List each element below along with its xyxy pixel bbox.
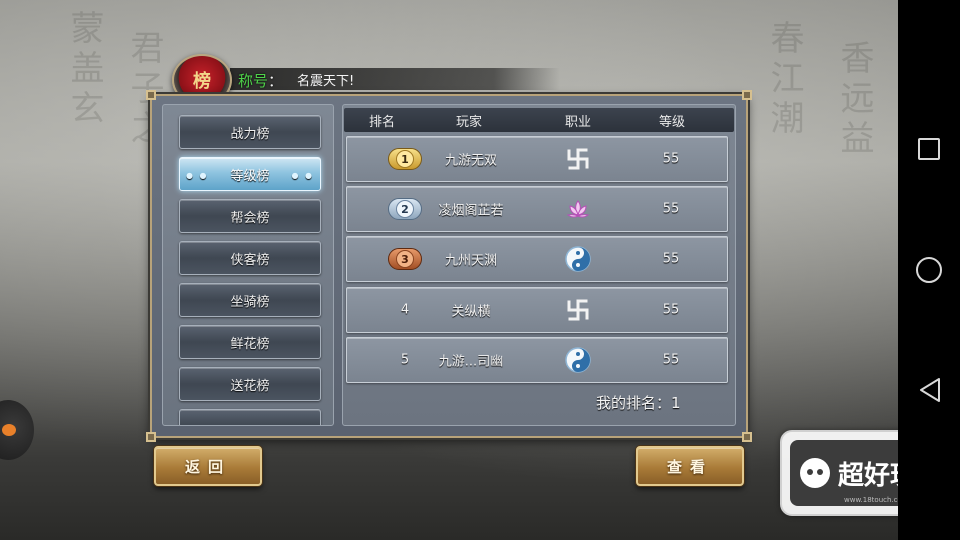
home-icon[interactable] <box>916 257 942 283</box>
frame-corner-ornament <box>146 90 156 100</box>
player-level: 55 <box>662 151 680 167</box>
taiji-icon <box>564 245 592 273</box>
player-name: 凌烟阁芷若 <box>438 203 504 219</box>
tab-label: 侠客榜 <box>230 252 270 268</box>
rank-number: 1 <box>396 150 414 168</box>
cat-face-icon <box>800 458 830 488</box>
tab-flowers[interactable]: 鲜花榜 <box>179 325 321 359</box>
tab-label: 战力榜 <box>230 126 270 142</box>
back-triangle-icon[interactable] <box>917 376 943 404</box>
gold-medal-icon: 1 <box>388 148 422 170</box>
bronze-medal-icon: 3 <box>388 248 422 270</box>
my-rank-label: 我的排名：1 <box>596 394 681 412</box>
tab-label: 鲜花榜 <box>230 336 270 352</box>
assistant-face-icon <box>2 424 16 436</box>
column-header-rank: 排名 <box>368 115 396 130</box>
rank-number: 4 <box>400 302 410 318</box>
frame-corner-ornament <box>742 432 752 442</box>
swastika-icon <box>564 296 592 324</box>
player-level: 55 <box>662 352 680 368</box>
column-header-class: 职业 <box>564 115 592 130</box>
title-label-colon: ： <box>268 72 284 90</box>
player-level: 55 <box>662 251 680 267</box>
rank-number: 2 <box>396 200 414 218</box>
tab-dots-icon: ● ● <box>291 171 314 180</box>
back-button[interactable]: 返回 <box>154 446 262 486</box>
player-name: 九州天渊 <box>444 253 498 269</box>
frame-corner-ornament <box>146 432 156 442</box>
tab-level[interactable]: ● ● 等级榜 ● ● <box>179 157 321 191</box>
tab-send-flowers[interactable]: 送花榜 <box>179 367 321 401</box>
frame-corner-ornament <box>742 90 752 100</box>
tab-label: 帮会榜 <box>230 210 270 226</box>
taiji-icon <box>564 346 592 374</box>
tab-more-partial[interactable] <box>179 409 321 425</box>
player-level: 55 <box>662 201 680 217</box>
tab-guild[interactable]: 帮会榜 <box>179 199 321 233</box>
background-calligraphy: 春江潮 <box>764 20 804 140</box>
tab-dots-icon: ● ● <box>186 171 209 180</box>
tab-hero[interactable]: 侠客榜 <box>179 241 321 275</box>
tab-label: 坐骑榜 <box>230 294 270 310</box>
swastika-icon <box>564 145 592 173</box>
rank-number: 5 <box>400 352 410 368</box>
player-title-value: 名震天下! <box>297 74 355 89</box>
player-title-label: 称号： <box>238 70 283 91</box>
player-name: 关纵横 <box>451 304 491 320</box>
player-name: 九游无双 <box>444 153 498 169</box>
silver-medal-icon: 2 <box>388 198 422 220</box>
view-button[interactable]: 查看 <box>636 446 744 486</box>
ranking-category-sidebar[interactable]: 战力榜 ● ● 等级榜 ● ● 帮会榜 侠客榜 坐骑榜 鲜花榜 送花榜 <box>162 104 334 426</box>
rank-number: 3 <box>396 250 414 268</box>
lotus-icon <box>564 195 592 223</box>
tab-combat-power[interactable]: 战力榜 <box>179 115 321 149</box>
background-calligraphy: 蒙盖玄 <box>64 10 104 130</box>
tab-mount[interactable]: 坐骑榜 <box>179 283 321 317</box>
column-header-player: 玩家 <box>455 115 483 130</box>
tab-label: 等级榜 <box>230 168 270 184</box>
player-level: 55 <box>662 302 680 318</box>
player-name: 九游...司幽 <box>438 354 504 370</box>
column-header-level: 等级 <box>658 115 686 130</box>
tab-label: 送花榜 <box>230 378 270 394</box>
title-label-prefix: 称号 <box>238 72 269 90</box>
recent-apps-icon[interactable] <box>918 138 940 160</box>
background-calligraphy: 香远益 <box>834 40 874 160</box>
android-navigation-bar <box>898 0 960 540</box>
